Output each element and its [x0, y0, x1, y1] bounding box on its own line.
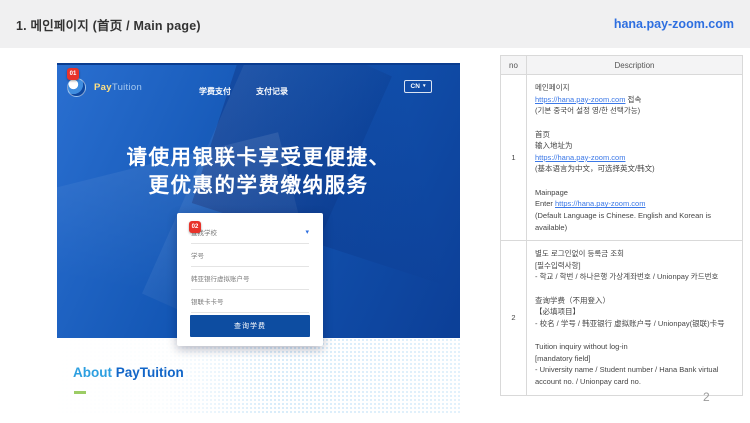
row-number: 2 — [501, 241, 527, 396]
hero-headline-line2: 更优惠的学费缴纳服务 — [57, 172, 460, 200]
school-select[interactable]: 查找学校 ▾ — [191, 221, 309, 244]
description-text: Tuition inquiry without log-in — [535, 342, 628, 351]
page-title: 1. 메인페이지 (首页 / Main page) — [16, 15, 201, 34]
form-fields: 查找学校 ▾ 学号 韩亚银行虚拟账户号 银联卡卡号 — [191, 221, 309, 313]
student-number-placeholder: 学号 — [191, 250, 204, 260]
description-text: (Default Language is Chinese. English an… — [535, 211, 711, 232]
description-text: 【必填项目】 — [535, 307, 580, 316]
description-text: 查询学费（不用登入） — [535, 296, 610, 305]
description-text: 별도 로그인없이 등록금 조회 — [535, 249, 624, 258]
page-header: 1. 메인페이지 (首页 / Main page) hana.pay-zoom.… — [0, 0, 750, 48]
table-row: 1 메인페이지 https://hana.pay-zoom.com 접속 (기본 중국… — [501, 75, 743, 241]
description-link[interactable]: https://hana.pay-zoom.com — [535, 153, 625, 162]
logo-pay: Pay — [94, 82, 112, 93]
description-text: Enter — [535, 199, 555, 208]
chevron-down-icon: ▾ — [423, 84, 426, 89]
student-number-field[interactable]: 学号 — [191, 244, 309, 267]
logo-text: PayTuition — [94, 82, 142, 93]
column-header-description: Description — [527, 56, 743, 75]
about-brand: PayTuition — [116, 365, 184, 380]
about-prefix: About — [73, 365, 116, 380]
description-table: no Description 1 메인페이지 https://hana.pay-zo… — [500, 55, 743, 396]
chevron-down-icon: ▾ — [305, 228, 309, 236]
language-label: CN — [411, 83, 420, 90]
column-header-no: no — [501, 56, 527, 75]
tuition-inquiry-form: 02 查找学校 ▾ 学号 韩亚银行虚拟账户号 银联卡卡号 查询学费 — [177, 213, 323, 346]
description-text: 输入地址为 — [535, 141, 573, 150]
language-selector[interactable]: CN ▾ — [404, 80, 432, 93]
description-text: [필수입력사항] — [535, 261, 581, 270]
unionpay-card-placeholder: 银联卡卡号 — [191, 296, 224, 306]
unionpay-card-field[interactable]: 银联卡卡号 — [191, 290, 309, 313]
description-text: 접속 — [625, 95, 641, 104]
page-number: 2 — [703, 390, 710, 404]
hero-headline-line1: 请使用银联卡享受更便捷、 — [57, 144, 460, 172]
table-row: 2 별도 로그인없이 등록금 조회 [필수입력사항] - 학교 / 학번 / 하나은행… — [501, 241, 743, 396]
description-text: 메인페이지 — [535, 83, 570, 92]
paytuition-logo[interactable]: PayTuition — [67, 78, 142, 97]
annotation-callout-02: 02 — [189, 221, 201, 233]
globe-logo-icon — [67, 78, 86, 97]
virtual-account-field[interactable]: 韩亚银行虚拟账户号 — [191, 267, 309, 290]
about-title: About PayTuition — [73, 365, 184, 380]
hero-nav-links: 学费支付 支付记录 — [199, 86, 288, 97]
nav-link-2[interactable]: 支付记录 — [256, 86, 288, 97]
description-text: - University name / Student number / Han… — [535, 365, 718, 386]
row-description: 메인페이지 https://hana.pay-zoom.com 접속 (기본 중국어… — [527, 75, 743, 241]
website-screenshot: PayTuition 01 学费支付 支付记录 CN ▾ 请使用银联卡享受更便捷、… — [57, 63, 460, 413]
description-link[interactable]: https://hana.pay-zoom.com — [555, 199, 645, 208]
nav-link-1[interactable]: 学费支付 — [199, 86, 231, 97]
row-number: 1 — [501, 75, 527, 241]
description-table-body: 1 메인페이지 https://hana.pay-zoom.com 접속 (기본 중국… — [501, 75, 743, 396]
hero-headline: 请使用银联卡享受更便捷、 更优惠的学费缴纳服务 — [57, 144, 460, 199]
description-text: Mainpage — [535, 188, 568, 197]
row-description: 별도 로그인없이 등록금 조회 [필수입력사항] - 학교 / 학번 / 하나은행 … — [527, 241, 743, 396]
description-text: 首页 — [535, 130, 550, 139]
description-text: - 학교 / 학번 / 하나은행 가상계좌번호 / Unionpay 카드번호 — [535, 272, 718, 281]
description-text: [mandatory field] — [535, 354, 590, 363]
description-text: - 校名 / 学号 / 韩亚银行 虚拟账户号 / Unionpay(银联)卡号 — [535, 319, 725, 328]
description-link[interactable]: https://hana.pay-zoom.com — [535, 95, 625, 104]
description-text: (기본 중국어 설정 영/한 선택가능) — [535, 106, 640, 115]
description-text: (基本语言为中文，可选择英文/韩文) — [535, 164, 655, 173]
title-underline-dash — [74, 391, 86, 394]
site-url[interactable]: hana.pay-zoom.com — [614, 17, 734, 31]
virtual-account-placeholder: 韩亚银行虚拟账户号 — [191, 273, 250, 283]
about-section: About PayTuition — [57, 338, 460, 413]
inquire-tuition-button[interactable]: 查询学费 — [190, 315, 310, 337]
annotation-callout-01: 01 — [67, 68, 79, 80]
logo-tuition: Tuition — [112, 82, 142, 93]
table-header-row: no Description — [501, 56, 743, 75]
